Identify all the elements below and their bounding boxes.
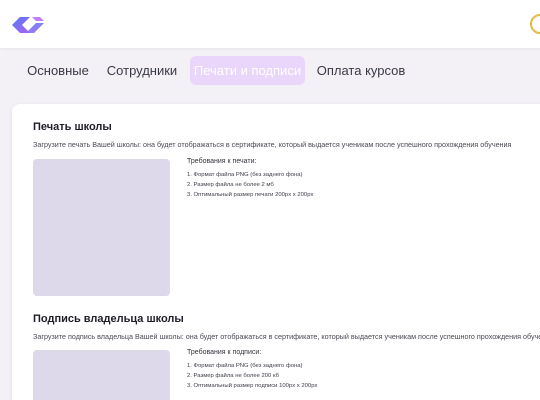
- signature-requirements-title: Требования к подписи:: [187, 349, 262, 356]
- settings-tabs: Основные Сотрудники Печати и подписи Опл…: [0, 56, 540, 86]
- signature-requirements-list: 1. Формат файла PNG (без заднего фона) 2…: [187, 361, 317, 391]
- seal-requirement-item: 3. Оптимальный размер печати 200px х 200…: [187, 192, 314, 198]
- seals-card: Печать школы Загрузите печать Вашей школ…: [12, 104, 540, 400]
- seal-requirement-item: 1. Формат файла PNG (без заднего фона): [187, 172, 303, 178]
- notification-icon[interactable]: [530, 14, 540, 34]
- tab-course-payment[interactable]: Оплата курсов: [312, 56, 410, 85]
- top-bar: [0, 0, 540, 48]
- seal-requirements-list: 1. Формат файла PNG (без заднего фона) 2…: [187, 170, 313, 200]
- brand-logo-icon[interactable]: [10, 14, 46, 36]
- tab-employees[interactable]: Сотрудники: [100, 56, 184, 85]
- seal-section-description: Загрузите печать Вашей школы: она будет …: [33, 140, 512, 149]
- signature-upload-area[interactable]: [33, 350, 170, 400]
- signature-requirement-item: 1. Формат файла PNG (без заднего фона): [187, 363, 303, 369]
- signature-requirement-item: 2. Размер файла не более 200 кб: [187, 373, 280, 379]
- tab-seals-signatures[interactable]: Печати и подписи: [190, 56, 305, 85]
- seal-requirements-title: Требования к печати:: [187, 158, 257, 165]
- signature-requirement-item: 3. Оптимальный размер подписи 100px х 20…: [187, 383, 318, 389]
- tab-basic[interactable]: Основные: [22, 56, 94, 85]
- seal-section-title: Печать школы: [33, 121, 112, 133]
- seal-upload-area[interactable]: [33, 159, 170, 296]
- signature-section-description: Загрузите подпись владельца Вашей школы:…: [33, 332, 540, 341]
- seal-requirement-item: 2. Размер файла не более 2 мб: [187, 182, 274, 188]
- signature-section-title: Подпись владельца школы: [33, 313, 184, 325]
